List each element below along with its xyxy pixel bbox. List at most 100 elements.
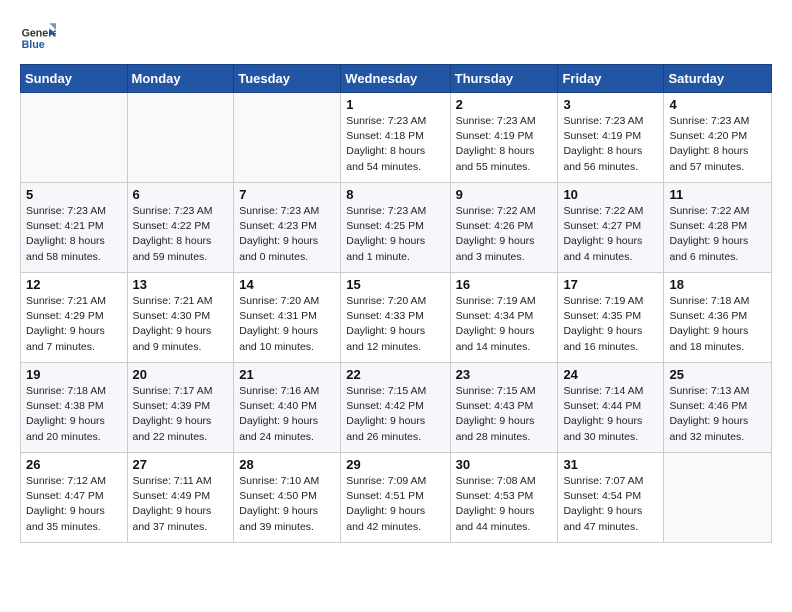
calendar-cell: 8 Sunrise: 7:23 AM Sunset: 4:25 PM Daylig… xyxy=(341,183,450,273)
calendar-table: SundayMondayTuesdayWednesdayThursdayFrid… xyxy=(20,64,772,543)
calendar-cell xyxy=(127,93,234,183)
calendar-cell: 31 Sunrise: 7:07 AM Sunset: 4:54 PM Dayli… xyxy=(558,453,664,543)
weekday-header-tuesday: Tuesday xyxy=(234,65,341,93)
day-number: 16 xyxy=(456,277,553,292)
calendar-cell: 18 Sunrise: 7:18 AM Sunset: 4:36 PM Dayli… xyxy=(664,273,772,363)
day-info: Sunrise: 7:23 AM Sunset: 4:23 PM Dayligh… xyxy=(239,204,335,265)
calendar-cell: 10 Sunrise: 7:22 AM Sunset: 4:27 PM Dayli… xyxy=(558,183,664,273)
day-number: 31 xyxy=(563,457,658,472)
calendar-cell: 27 Sunrise: 7:11 AM Sunset: 4:49 PM Dayli… xyxy=(127,453,234,543)
day-info: Sunrise: 7:22 AM Sunset: 4:27 PM Dayligh… xyxy=(563,204,658,265)
logo-icon: General Blue xyxy=(20,20,56,56)
calendar-week-4: 19 Sunrise: 7:18 AM Sunset: 4:38 PM Dayli… xyxy=(21,363,772,453)
calendar-week-1: 1Sunrise: 7:23 AM Sunset: 4:18 PM Daylig… xyxy=(21,93,772,183)
calendar-cell: 3 Sunrise: 7:23 AM Sunset: 4:19 PM Daylig… xyxy=(558,93,664,183)
calendar-cell: 2Sunrise: 7:23 AM Sunset: 4:19 PM Daylig… xyxy=(450,93,558,183)
day-info: Sunrise: 7:19 AM Sunset: 4:35 PM Dayligh… xyxy=(563,294,658,355)
day-number: 14 xyxy=(239,277,335,292)
calendar-cell: 1Sunrise: 7:23 AM Sunset: 4:18 PM Daylig… xyxy=(341,93,450,183)
day-number: 7 xyxy=(239,187,335,202)
day-number: 9 xyxy=(456,187,553,202)
day-number: 26 xyxy=(26,457,122,472)
calendar-cell xyxy=(664,453,772,543)
day-info: Sunrise: 7:11 AM Sunset: 4:49 PM Dayligh… xyxy=(133,474,229,535)
calendar-week-2: 5 Sunrise: 7:23 AM Sunset: 4:21 PM Daylig… xyxy=(21,183,772,273)
weekday-header-thursday: Thursday xyxy=(450,65,558,93)
day-info: Sunrise: 7:23 AM Sunset: 4:25 PM Dayligh… xyxy=(346,204,444,265)
day-info: Sunrise: 7:19 AM Sunset: 4:34 PM Dayligh… xyxy=(456,294,553,355)
day-info: Sunrise: 7:21 AM Sunset: 4:29 PM Dayligh… xyxy=(26,294,122,355)
calendar-cell: 20 Sunrise: 7:17 AM Sunset: 4:39 PM Dayli… xyxy=(127,363,234,453)
day-number: 17 xyxy=(563,277,658,292)
calendar-cell xyxy=(21,93,128,183)
day-info: Sunrise: 7:15 AM Sunset: 4:43 PM Dayligh… xyxy=(456,384,553,445)
calendar-cell: 25 Sunrise: 7:13 AM Sunset: 4:46 PM Dayli… xyxy=(664,363,772,453)
calendar-cell: 30 Sunrise: 7:08 AM Sunset: 4:53 PM Dayli… xyxy=(450,453,558,543)
calendar-cell: 21 Sunrise: 7:16 AM Sunset: 4:40 PM Dayli… xyxy=(234,363,341,453)
page-container: General Blue SundayMondayTuesdayWednesda… xyxy=(0,0,792,559)
day-info: Sunrise: 7:22 AM Sunset: 4:26 PM Dayligh… xyxy=(456,204,553,265)
day-info: Sunrise: 7:13 AM Sunset: 4:46 PM Dayligh… xyxy=(669,384,766,445)
day-number: 25 xyxy=(669,367,766,382)
day-info: Sunrise: 7:23 AM Sunset: 4:19 PM Dayligh… xyxy=(456,114,553,175)
day-info: Sunrise: 7:07 AM Sunset: 4:54 PM Dayligh… xyxy=(563,474,658,535)
day-number: 3 xyxy=(563,97,658,112)
day-info: Sunrise: 7:08 AM Sunset: 4:53 PM Dayligh… xyxy=(456,474,553,535)
day-info: Sunrise: 7:23 AM Sunset: 4:21 PM Dayligh… xyxy=(26,204,122,265)
day-number: 6 xyxy=(133,187,229,202)
day-info: Sunrise: 7:16 AM Sunset: 4:40 PM Dayligh… xyxy=(239,384,335,445)
day-info: Sunrise: 7:10 AM Sunset: 4:50 PM Dayligh… xyxy=(239,474,335,535)
day-info: Sunrise: 7:15 AM Sunset: 4:42 PM Dayligh… xyxy=(346,384,444,445)
calendar-cell: 29Sunrise: 7:09 AM Sunset: 4:51 PM Dayli… xyxy=(341,453,450,543)
day-number: 5 xyxy=(26,187,122,202)
logo: General Blue xyxy=(20,20,60,56)
day-info: Sunrise: 7:18 AM Sunset: 4:38 PM Dayligh… xyxy=(26,384,122,445)
svg-text:Blue: Blue xyxy=(22,39,45,51)
header: General Blue xyxy=(20,16,772,56)
weekday-header-sunday: Sunday xyxy=(21,65,128,93)
calendar-cell: 17 Sunrise: 7:19 AM Sunset: 4:35 PM Dayli… xyxy=(558,273,664,363)
day-info: Sunrise: 7:23 AM Sunset: 4:22 PM Dayligh… xyxy=(133,204,229,265)
day-info: Sunrise: 7:23 AM Sunset: 4:19 PM Dayligh… xyxy=(563,114,658,175)
calendar-cell xyxy=(234,93,341,183)
weekday-header-friday: Friday xyxy=(558,65,664,93)
day-number: 30 xyxy=(456,457,553,472)
day-info: Sunrise: 7:17 AM Sunset: 4:39 PM Dayligh… xyxy=(133,384,229,445)
day-number: 12 xyxy=(26,277,122,292)
day-info: Sunrise: 7:21 AM Sunset: 4:30 PM Dayligh… xyxy=(133,294,229,355)
calendar-cell: 9 Sunrise: 7:22 AM Sunset: 4:26 PM Daylig… xyxy=(450,183,558,273)
weekday-header-monday: Monday xyxy=(127,65,234,93)
day-info: Sunrise: 7:18 AM Sunset: 4:36 PM Dayligh… xyxy=(669,294,766,355)
calendar-cell: 26Sunrise: 7:12 AM Sunset: 4:47 PM Dayli… xyxy=(21,453,128,543)
calendar-cell: 15Sunrise: 7:20 AM Sunset: 4:33 PM Dayli… xyxy=(341,273,450,363)
day-number: 19 xyxy=(26,367,122,382)
calendar-cell: 14Sunrise: 7:20 AM Sunset: 4:31 PM Dayli… xyxy=(234,273,341,363)
calendar-cell: 13Sunrise: 7:21 AM Sunset: 4:30 PM Dayli… xyxy=(127,273,234,363)
calendar-cell: 5 Sunrise: 7:23 AM Sunset: 4:21 PM Daylig… xyxy=(21,183,128,273)
day-number: 4 xyxy=(669,97,766,112)
weekday-header-row: SundayMondayTuesdayWednesdayThursdayFrid… xyxy=(21,65,772,93)
weekday-header-saturday: Saturday xyxy=(664,65,772,93)
day-number: 18 xyxy=(669,277,766,292)
calendar-cell: 28Sunrise: 7:10 AM Sunset: 4:50 PM Dayli… xyxy=(234,453,341,543)
calendar-cell: 12 Sunrise: 7:21 AM Sunset: 4:29 PM Dayli… xyxy=(21,273,128,363)
day-number: 24 xyxy=(563,367,658,382)
calendar-cell: 6 Sunrise: 7:23 AM Sunset: 4:22 PM Daylig… xyxy=(127,183,234,273)
day-number: 20 xyxy=(133,367,229,382)
calendar-week-5: 26Sunrise: 7:12 AM Sunset: 4:47 PM Dayli… xyxy=(21,453,772,543)
day-number: 8 xyxy=(346,187,444,202)
calendar-cell: 16 Sunrise: 7:19 AM Sunset: 4:34 PM Dayli… xyxy=(450,273,558,363)
day-info: Sunrise: 7:14 AM Sunset: 4:44 PM Dayligh… xyxy=(563,384,658,445)
day-info: Sunrise: 7:23 AM Sunset: 4:20 PM Dayligh… xyxy=(669,114,766,175)
day-info: Sunrise: 7:22 AM Sunset: 4:28 PM Dayligh… xyxy=(669,204,766,265)
day-number: 23 xyxy=(456,367,553,382)
calendar-cell: 22Sunrise: 7:15 AM Sunset: 4:42 PM Dayli… xyxy=(341,363,450,453)
day-number: 11 xyxy=(669,187,766,202)
day-number: 27 xyxy=(133,457,229,472)
day-number: 10 xyxy=(563,187,658,202)
day-number: 21 xyxy=(239,367,335,382)
day-info: Sunrise: 7:23 AM Sunset: 4:18 PM Dayligh… xyxy=(346,114,444,175)
calendar-week-3: 12 Sunrise: 7:21 AM Sunset: 4:29 PM Dayli… xyxy=(21,273,772,363)
calendar-cell: 19 Sunrise: 7:18 AM Sunset: 4:38 PM Dayli… xyxy=(21,363,128,453)
calendar-cell: 7 Sunrise: 7:23 AM Sunset: 4:23 PM Daylig… xyxy=(234,183,341,273)
